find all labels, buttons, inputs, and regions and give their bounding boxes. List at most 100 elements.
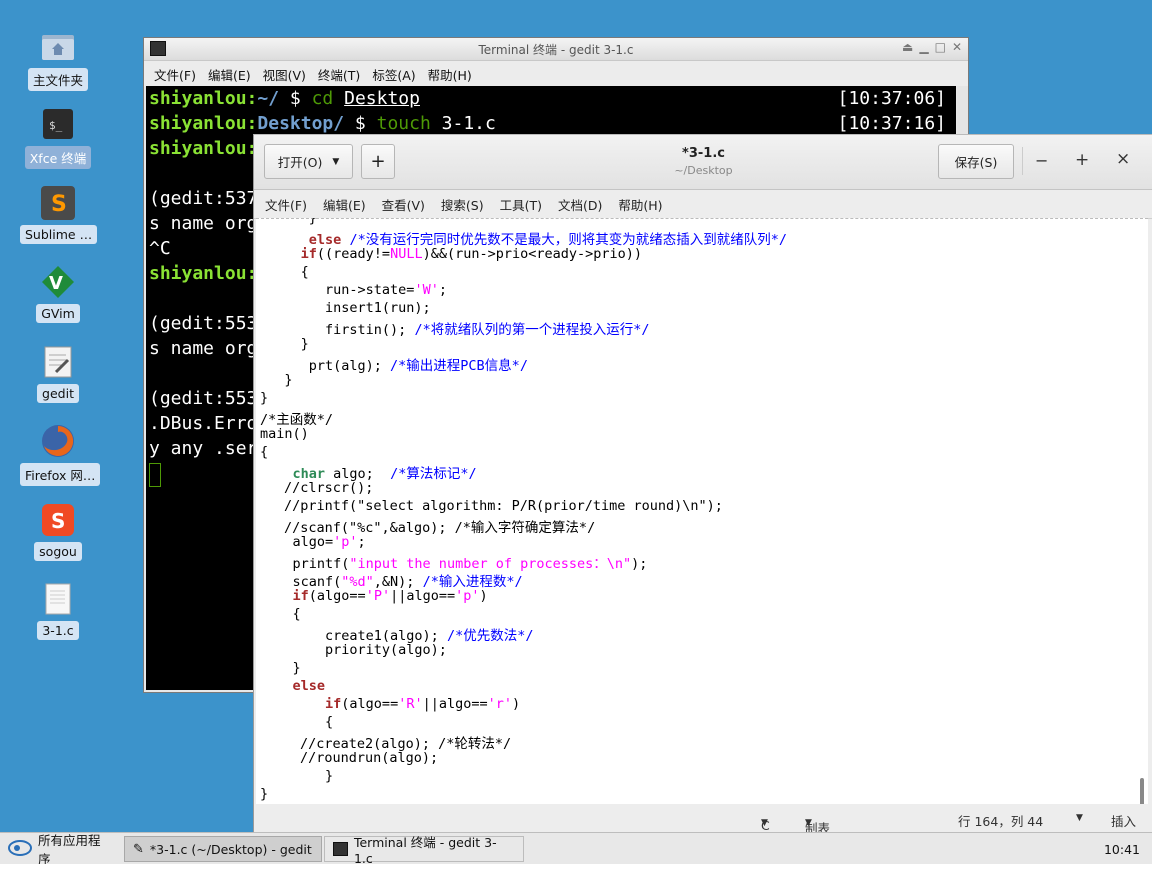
firefox-icon — [40, 423, 76, 459]
terminal-menu-terminal[interactable]: 终端(T) — [318, 65, 360, 84]
code-editor[interactable]: } else /*没有运行完同时优先数不是最大，则将其变为就绪态插入到就绪队列*… — [256, 218, 1148, 804]
gedit-headerbar: 打开(O) ▼ + *3-1.c ~/Desktop 保存(S) − + × — [254, 135, 1152, 190]
desktop-icon-home[interactable]: 主文件夹 — [20, 28, 96, 95]
code-line: else /*没有运行完同时优先数不是最大，则将其变为就绪态插入到就绪队列*/ — [308, 232, 787, 248]
code-line: run->state='W'; — [260, 282, 447, 298]
code-line: { — [260, 714, 334, 730]
minimize-icon[interactable]: − — [1035, 151, 1048, 170]
desktop-icon-file[interactable]: 3-1.c — [20, 581, 96, 644]
editor-scrollbar[interactable] — [1140, 778, 1144, 804]
desktop-icon-sogou[interactable]: S sogou — [20, 502, 96, 565]
task-label: *3-1.c (~/Desktop) - gedit — [149, 841, 312, 857]
applications-menu-button[interactable]: 所有应用程序 — [0, 833, 120, 867]
gedit-window[interactable]: 打开(O) ▼ + *3-1.c ~/Desktop 保存(S) − + × 文… — [253, 134, 1152, 890]
terminal-icon: $_ — [40, 106, 76, 142]
code-line: algo='p'; — [260, 534, 366, 550]
gedit-statusbar: C ▼ 制表符宽度：8 ▼ 行 164，列 44 ▼ 插入 — [254, 804, 1152, 890]
screen-bottom-area — [0, 864, 1152, 896]
maximize-icon[interactable]: + — [1075, 150, 1089, 170]
terminal-icon — [333, 842, 348, 856]
svg-text:$_: $_ — [49, 119, 63, 132]
xfce-logo-icon — [8, 839, 32, 859]
terminal-line: shiyanlou:~/ $ cd Desktop — [149, 88, 420, 109]
taskbar: 所有应用程序 ✎ *3-1.c (~/Desktop) - gedit Term… — [0, 832, 1152, 867]
terminal-menu-edit[interactable]: 编辑(E) — [208, 65, 251, 84]
code-line: main() — [260, 426, 309, 442]
gedit-menu-search[interactable]: 搜索(S) — [441, 195, 484, 214]
code-line: create1(algo); /*优先数法*/ — [260, 628, 534, 644]
code-line: if(algo=='R'||algo=='r') — [325, 696, 521, 712]
chevron-down-icon: ▼ — [805, 818, 812, 828]
code-line: } — [260, 786, 269, 802]
terminal-cursor — [149, 463, 161, 487]
text-file-icon — [40, 581, 76, 617]
code-line: } — [260, 390, 269, 406]
desktop-icon-sublime[interactable]: S Sublime … — [20, 185, 98, 248]
terminal-line: ^C — [149, 238, 171, 259]
terminal-line: (gedit:537 — [149, 188, 258, 209]
terminal-line: (gedit:553 — [149, 388, 258, 409]
maximize-icon[interactable]: □ — [935, 40, 946, 54]
gedit-menu-help[interactable]: 帮助(H) — [618, 195, 662, 214]
terminal-timestamp: [10:37:16] — [837, 113, 946, 134]
gedit-menu-edit[interactable]: 编辑(E) — [323, 195, 366, 214]
minimize-icon[interactable]: ▁ — [919, 40, 928, 54]
chevron-down-icon[interactable]: ▼ — [1076, 813, 1083, 823]
gedit-menu-tools[interactable]: 工具(T) — [500, 195, 542, 214]
terminal-menu-view[interactable]: 视图(V) — [263, 65, 306, 84]
code-line: //create2(algo); /*轮转法*/ — [300, 736, 512, 752]
terminal-menubar: 文件(F) 编辑(E) 视图(V) 终端(T) 标签(A) 帮助(H) — [144, 61, 968, 87]
code-line: insert1(run); — [260, 300, 431, 316]
clock[interactable]: 10:41 — [1096, 836, 1148, 862]
terminal-title: Terminal 终端 - gedit 3-1.c — [478, 43, 634, 57]
close-icon[interactable]: ✕ — [952, 40, 962, 54]
svg-text:S: S — [51, 192, 67, 217]
terminal-menu-tabs[interactable]: 标签(A) — [372, 65, 415, 84]
desktop-icon-label: gedit — [37, 384, 79, 403]
svg-text:S: S — [51, 509, 65, 533]
code-line: } — [260, 218, 317, 226]
terminal-menu-help[interactable]: 帮助(H) — [428, 65, 472, 84]
terminal-line: shiyanlou: — [149, 138, 258, 159]
gedit-menubar: 文件(F) 编辑(E) 查看(V) 搜索(S) 工具(T) 文档(D) 帮助(H… — [254, 190, 1152, 219]
insert-mode[interactable]: 插入 — [1111, 811, 1136, 830]
cursor-position: 行 164，列 44 — [958, 814, 1044, 829]
gedit-menu-documents[interactable]: 文档(D) — [558, 195, 602, 214]
sublime-icon: S — [40, 185, 76, 221]
desktop-icon-terminal[interactable]: $_ Xfce 终端 — [20, 106, 96, 173]
task-gedit[interactable]: ✎ *3-1.c (~/Desktop) - gedit — [124, 836, 322, 862]
desktop-icon-firefox[interactable]: Firefox 网… — [20, 423, 101, 490]
code-line: { — [260, 264, 309, 280]
desktop-icon-label: sogou — [34, 542, 82, 561]
desktop-icon-gedit[interactable]: gedit — [20, 344, 96, 407]
terminal-titlebar[interactable]: Terminal 终端 - gedit 3-1.c ⏏ ▁ □ ✕ — [144, 38, 968, 61]
save-button[interactable]: 保存(S) — [938, 144, 1014, 179]
desktop-icon-label: Sublime … — [20, 225, 98, 244]
terminal-line: .DBus.Error — [149, 413, 269, 434]
terminal-line: shiyanlou:Desktop/ $ touch 3-1.c — [149, 113, 496, 134]
code-line: } — [260, 660, 301, 676]
svg-text:V: V — [49, 273, 63, 294]
code-line: prt(alg); /*输出进程PCB信息*/ — [260, 358, 528, 374]
terminal-line: s name org — [149, 213, 258, 234]
code-line: } — [260, 336, 309, 352]
code-line: scanf("%d",&N); /*输入进程数*/ — [260, 574, 523, 590]
code-line: printf("input the number of processes：\n… — [260, 556, 648, 572]
shade-icon[interactable]: ⏏ — [902, 40, 913, 54]
terminal-line: y any .serv — [149, 438, 269, 459]
header-separator — [1022, 147, 1023, 175]
code-line: priority(algo); — [260, 642, 447, 658]
applications-label: 所有应用程序 — [38, 833, 101, 867]
desktop-icon-gvim[interactable]: V GVim — [20, 264, 96, 327]
task-label: Terminal 终端 - gedit 3-1.c — [353, 835, 497, 866]
gedit-menu-view[interactable]: 查看(V) — [382, 195, 425, 214]
task-terminal[interactable]: Terminal 终端 - gedit 3-1.c — [324, 835, 524, 866]
terminal-menu-file[interactable]: 文件(F) — [154, 65, 196, 84]
chevron-down-icon: ▼ — [761, 818, 768, 828]
code-line: //scanf("%c",&algo); /*输入字符确定算法*/ — [284, 520, 596, 536]
gvim-icon: V — [40, 264, 76, 300]
code-line: { — [260, 606, 301, 622]
close-icon[interactable]: × — [1116, 149, 1130, 169]
gedit-menu-file[interactable]: 文件(F) — [265, 195, 307, 214]
code-line: } — [260, 372, 293, 388]
